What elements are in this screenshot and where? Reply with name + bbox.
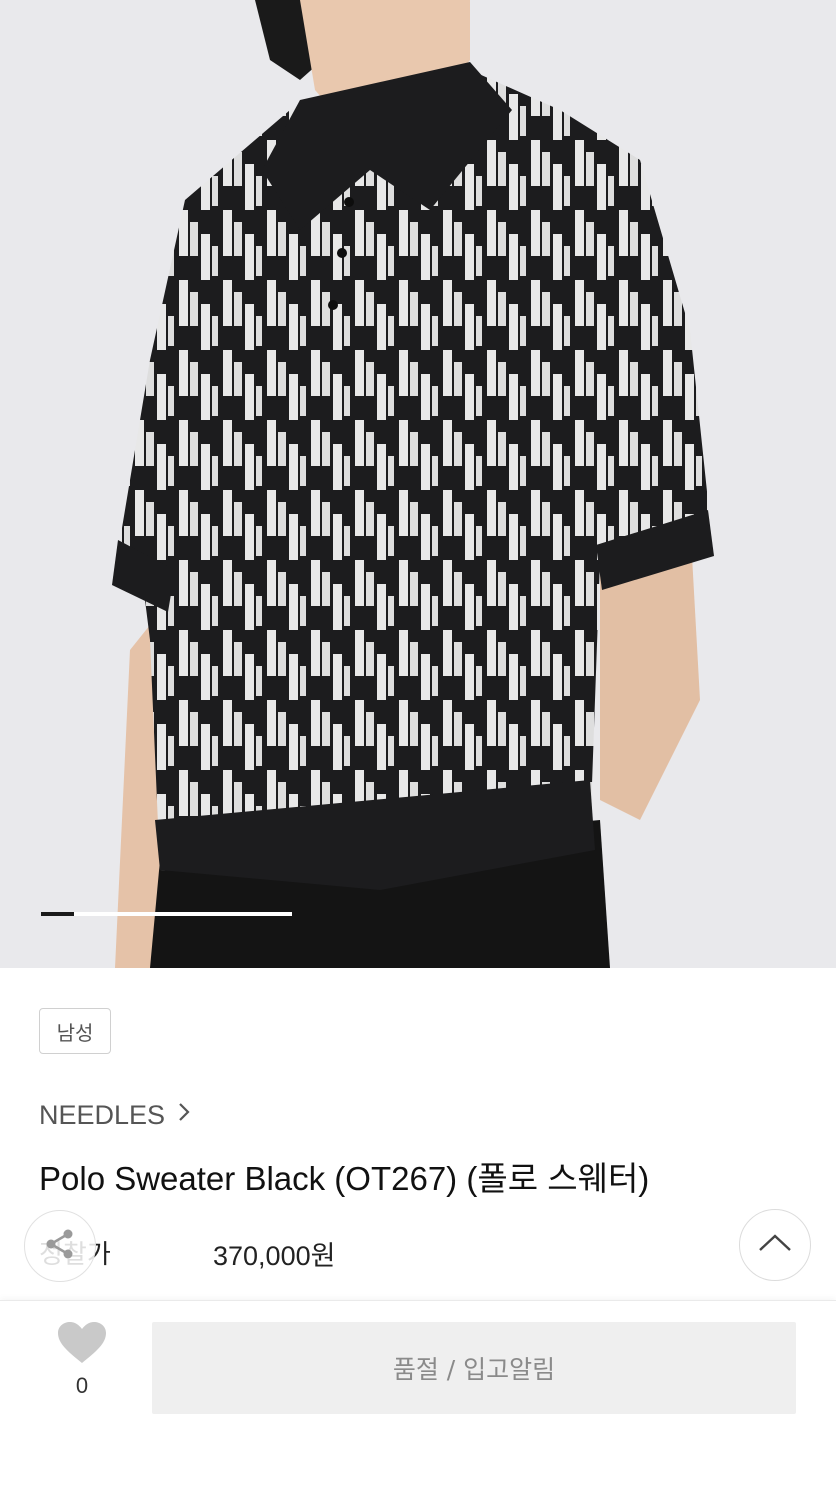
chevron-right-icon bbox=[177, 1101, 191, 1130]
restock-alert-button[interactable]: 품절 / 입고알림 bbox=[152, 1322, 796, 1414]
product-image-gallery[interactable] bbox=[0, 0, 836, 968]
share-icon bbox=[42, 1226, 78, 1266]
gender-badge: 남성 bbox=[39, 1008, 111, 1054]
brand-name: NEEDLES bbox=[39, 1099, 166, 1130]
like-count: 0 bbox=[75, 1373, 89, 1398]
slide-progress-fill bbox=[41, 912, 74, 916]
heart-icon bbox=[57, 1321, 107, 1369]
chevron-up-icon bbox=[758, 1233, 792, 1257]
product-title: Polo Sweater Black (OT267) (폴로 스웨터) bbox=[39, 1160, 650, 1197]
like-button[interactable]: 0 bbox=[50, 1321, 114, 1409]
brand-link[interactable]: NEEDLES bbox=[39, 1096, 191, 1134]
bottom-action-bar: 0 품절 / 입고알림 bbox=[0, 1300, 836, 1501]
product-photo bbox=[0, 0, 836, 968]
share-button[interactable] bbox=[24, 1210, 96, 1282]
price-value: 370,000원 bbox=[213, 1241, 336, 1271]
slide-progress-track bbox=[41, 912, 292, 916]
scroll-top-button[interactable] bbox=[739, 1209, 811, 1281]
